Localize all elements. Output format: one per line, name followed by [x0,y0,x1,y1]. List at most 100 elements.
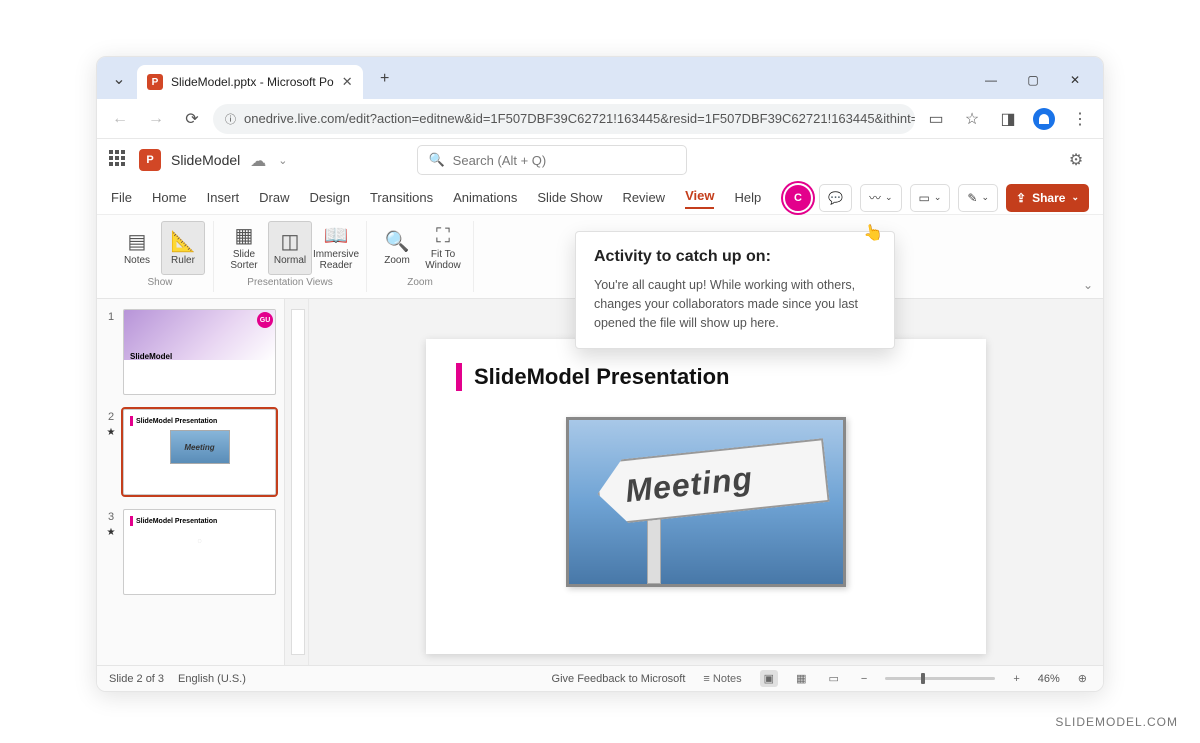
collaborator-badge: GU [257,312,273,328]
browser-tab[interactable]: P SlideModel.pptx - Microsoft Po ✕ [137,65,363,99]
fit-icon: ⛶ [436,225,450,247]
cursor-icon: 👆 [861,221,884,244]
slideshow-view-icon[interactable]: ▭ [824,670,842,687]
vertical-ruler [285,299,309,665]
fit-to-window-icon[interactable]: ⊕ [1074,670,1091,687]
thumb-title: SlideModel Presentation [136,418,217,425]
activity-popover: Activity to catch up on: You're all caug… [575,231,895,349]
zoom-slider[interactable] [885,677,995,680]
slide-title[interactable]: SlideModel Presentation [474,364,730,390]
thumbnail-1[interactable]: GU SlideModel [123,309,276,395]
thumb-image: Meeting [170,430,230,464]
sorter-icon: ▦ [235,225,254,247]
search-input[interactable]: 🔍 Search (Alt + Q) [417,145,687,175]
window-maximize-button[interactable]: ▢ [1013,65,1053,95]
notes-button[interactable]: ▤Notes [115,221,159,275]
window-close-button[interactable]: ✕ [1055,65,1095,95]
zoom-out-button[interactable]: − [857,671,871,687]
chevron-down-icon: ⌄ [981,192,989,203]
tab-insert[interactable]: Insert [207,190,240,205]
site-info-icon[interactable]: ⓘ [225,111,236,127]
window-minimize-button[interactable]: — [971,65,1011,95]
app-launcher-icon[interactable] [109,150,129,170]
status-bar: Slide 2 of 3 English (U.S.) Give Feedbac… [97,665,1103,691]
normal-view-button[interactable]: ◫Normal [268,221,312,275]
bookmark-icon[interactable]: ☆ [957,104,987,134]
ruler-button[interactable]: 📐Ruler [161,221,205,275]
save-status-icon[interactable]: ☁ [250,151,268,169]
group-label-zoom: Zoom [407,277,433,288]
reload-button[interactable]: ⟳ [177,104,207,134]
tab-draw[interactable]: Draw [259,190,289,205]
document-title[interactable]: SlideModel [171,152,240,168]
app-titlebar: P SlideModel ☁ ⌄ 🔍 Search (Alt + Q) ⚙ [97,139,1103,181]
thumbnail-row[interactable]: 3★ SlideModel Presentation ◌ [105,509,276,595]
tabs-dropdown-icon[interactable]: ⌄ [105,65,133,93]
tab-animations[interactable]: Animations [453,190,517,205]
tab-transitions[interactable]: Transitions [370,190,433,205]
tab-home[interactable]: Home [152,190,187,205]
share-icon: ⇪ [1016,191,1026,205]
tab-view[interactable]: View [685,188,714,209]
zoom-icon: 🔍 [385,231,410,253]
slide-image[interactable]: Meeting [566,417,846,587]
thumbnail-2[interactable]: SlideModel Presentation Meeting [123,409,276,495]
thumb-number: 2 [108,411,114,423]
immersive-reader-button[interactable]: 📖Immersive Reader [314,221,358,275]
back-button[interactable]: ← [105,104,135,134]
pencil-icon: ✎ [967,191,977,205]
thumbnail-row[interactable]: 2 ★ SlideModel Presentation Meeting [105,409,276,495]
browser-menu-icon[interactable]: ⋮ [1065,104,1095,134]
address-bar[interactable]: ⓘ onedrive.live.com/edit?action=editnew&… [213,104,915,134]
comment-icon: 💬 [828,191,843,205]
tab-help[interactable]: Help [734,190,761,205]
watermark: SLIDEMODEL.COM [1055,715,1178,729]
zoom-button[interactable]: 🔍Zoom [375,221,419,275]
tab-slideshow[interactable]: Slide Show [537,190,602,205]
sorter-view-icon[interactable]: ▦ [792,670,810,687]
notes-toggle[interactable]: ≡ Notes [699,671,745,687]
search-placeholder: Search (Alt + Q) [453,153,547,168]
editing-mode-button[interactable]: ✎⌄ [958,184,998,212]
share-label: Share [1032,191,1065,205]
normal-icon: ◫ [281,231,300,253]
slide-canvas[interactable]: SlideModel Presentation Meeting [309,319,1103,665]
zoom-level[interactable]: 46% [1038,673,1060,685]
reader-icon: 📖 [324,225,349,247]
tab-design[interactable]: Design [310,190,350,205]
language-status[interactable]: English (U.S.) [178,673,246,685]
share-button[interactable]: ⇪ Share ⌄ [1006,184,1089,212]
ribbon-collapse-icon[interactable]: ⌄ [1083,278,1093,292]
catchup-button[interactable]: 〰⌄ [860,184,902,212]
normal-view-icon[interactable]: ▣ [760,670,778,687]
browser-toolbar: ← → ⟳ ⓘ onedrive.live.com/edit?action=ed… [97,99,1103,139]
tab-review[interactable]: Review [622,190,665,205]
thumb-title: SlideModel [130,352,269,361]
thumbnail-3[interactable]: SlideModel Presentation ◌ [123,509,276,595]
group-label-views: Presentation Views [247,277,332,288]
profile-avatar[interactable] [1029,104,1059,134]
title-dropdown-icon[interactable]: ⌄ [278,154,287,167]
slide-sorter-button[interactable]: ▦Slide Sorter [222,221,266,275]
presence-avatar[interactable]: C [785,185,811,211]
slide-counter[interactable]: Slide 2 of 3 [109,673,164,685]
thumbnail-row[interactable]: 1 GU SlideModel [105,309,276,395]
powerpoint-icon: P [147,74,163,90]
fit-window-button[interactable]: ⛶Fit To Window [421,221,465,275]
present-button[interactable]: ▭⌄ [910,184,951,212]
feedback-link[interactable]: Give Feedback to Microsoft [552,673,686,685]
comments-button[interactable]: 💬 [819,184,852,212]
slide[interactable]: SlideModel Presentation Meeting [426,339,986,654]
reading-list-icon[interactable]: ▭ [921,104,951,134]
settings-icon[interactable]: ⚙ [1061,145,1091,175]
animation-star-icon: ★ [107,427,116,438]
tab-file[interactable]: File [111,190,132,205]
new-tab-button[interactable]: + [371,65,399,93]
zoom-in-button[interactable]: + [1009,671,1023,687]
chevron-down-icon: ⌄ [1071,192,1079,203]
thumb-number: 1 [108,311,114,323]
forward-button[interactable]: → [141,104,171,134]
close-tab-icon[interactable]: ✕ [342,74,353,90]
sidepanel-icon[interactable]: ◨ [993,104,1023,134]
present-icon: ▭ [919,191,930,205]
